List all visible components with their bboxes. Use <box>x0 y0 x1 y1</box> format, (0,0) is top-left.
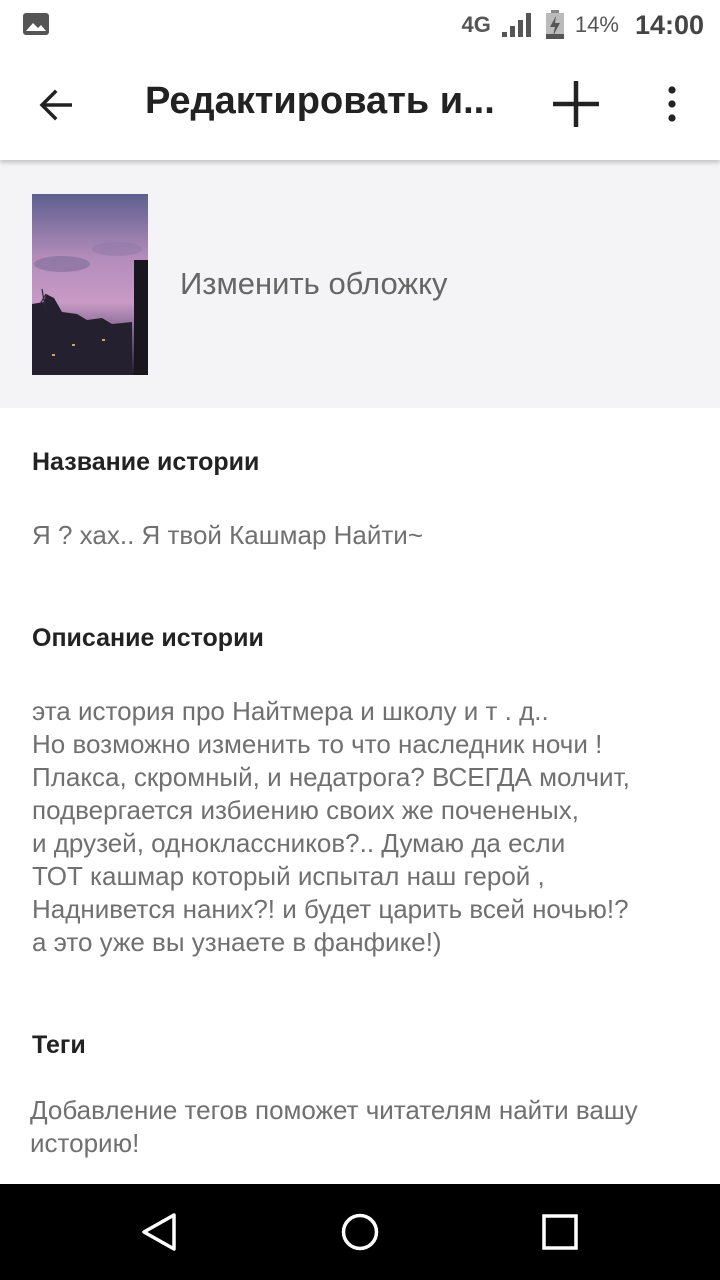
screen: 4G 14% 14:00 Редактировать и... Изменить… <box>0 0 720 1280</box>
story-title-input[interactable]: Я ? хах.. Я твой Кашмар Найти~ <box>32 519 423 552</box>
change-cover-button[interactable]: Изменить обложку <box>180 266 448 302</box>
cover-section: Изменить обложку <box>0 160 720 408</box>
tags-field[interactable]: Добавление тегов поможет читателям найти… <box>30 1094 638 1160</box>
battery-charging-icon <box>545 10 564 39</box>
clock: 14:00 <box>634 9 704 40</box>
more-vert-icon <box>668 86 676 122</box>
network-type: 4G <box>461 12 491 37</box>
navigation-bar <box>0 1184 720 1280</box>
nav-home-button[interactable] <box>330 1202 390 1262</box>
back-button[interactable] <box>26 78 86 132</box>
app-bar: Редактировать и... <box>0 50 720 160</box>
home-circle-icon <box>341 1213 379 1251</box>
status-indicators: 4G 14% 14:00 <box>462 0 704 50</box>
gallery-icon <box>23 13 49 35</box>
nav-back-button[interactable] <box>130 1202 190 1262</box>
page-title: Редактировать и... <box>145 80 495 122</box>
back-arrow-icon <box>39 89 72 121</box>
add-part-button[interactable] <box>546 74 606 134</box>
cover-image[interactable] <box>32 194 148 375</box>
tags-label: Теги <box>32 1031 86 1059</box>
story-description-input[interactable]: эта история про Найтмера и школу и т . д… <box>32 695 630 959</box>
story-description-label: Описание истории <box>32 624 264 652</box>
more-options-button[interactable] <box>650 74 694 134</box>
signal-icon <box>501 13 531 37</box>
back-triangle-icon <box>142 1213 176 1251</box>
story-title-label: Название истории <box>32 448 260 476</box>
battery-percent: 14% <box>574 12 619 37</box>
status-bar: 4G 14% 14:00 <box>0 0 720 50</box>
nav-recents-button[interactable] <box>530 1202 590 1262</box>
recents-square-icon <box>542 1214 578 1250</box>
plus-icon <box>553 81 599 127</box>
